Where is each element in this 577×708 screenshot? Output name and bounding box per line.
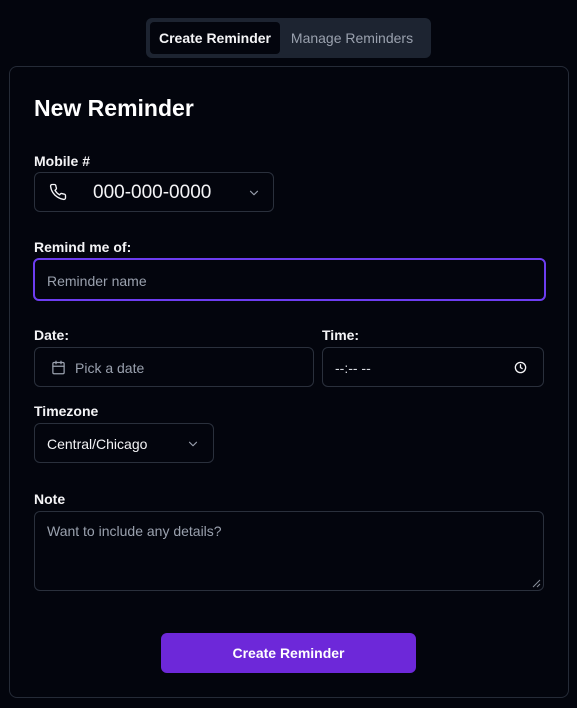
note-placeholder: Want to include any details?: [47, 523, 222, 539]
chevron-down-icon: [186, 437, 200, 451]
note-textarea[interactable]: Want to include any details?: [34, 511, 544, 591]
form-title: New Reminder: [34, 95, 194, 121]
timezone-select[interactable]: Central/Chicago: [34, 423, 214, 463]
clock-icon[interactable]: [514, 361, 527, 374]
phone-icon: [49, 183, 67, 201]
mobile-label: Mobile #: [34, 153, 91, 169]
time-input[interactable]: --:-- --: [322, 347, 544, 387]
reminder-name-placeholder: Reminder name: [47, 273, 147, 289]
timezone-label: Timezone: [34, 403, 99, 419]
time-value: --:-- --: [335, 360, 371, 376]
date-picker-button[interactable]: Pick a date: [34, 347, 314, 387]
mobile-select[interactable]: 000-000-0000: [34, 172, 274, 212]
reminder-form-card: New Reminder Mobile # 000-000-0000 Remin…: [9, 66, 569, 698]
time-label: Time:: [322, 327, 360, 343]
calendar-icon: [51, 360, 66, 375]
tab-manage-reminders[interactable]: Manage Reminders: [280, 22, 424, 54]
resize-handle-icon[interactable]: [532, 579, 541, 588]
note-label: Note: [34, 491, 66, 507]
tab-bar: Create Reminder Manage Reminders: [146, 18, 431, 58]
chevron-down-icon: [247, 186, 261, 200]
date-label: Date:: [34, 327, 70, 343]
date-placeholder: Pick a date: [75, 360, 145, 376]
create-reminder-button[interactable]: Create Reminder: [161, 633, 416, 673]
mobile-value: 000-000-0000: [93, 182, 212, 203]
remind-label: Remind me of:: [34, 239, 132, 255]
timezone-value: Central/Chicago: [47, 436, 148, 452]
reminder-name-input[interactable]: Reminder name: [33, 258, 546, 301]
tab-create-reminder[interactable]: Create Reminder: [150, 22, 280, 54]
